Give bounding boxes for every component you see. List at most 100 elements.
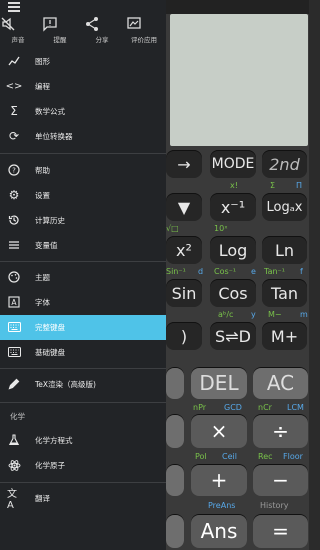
menu-item-label: 化学方程式 — [35, 436, 73, 445]
menu-item-label: 基础键盘 — [35, 348, 65, 357]
pi-label: Π — [296, 181, 303, 190]
sin-inverse-label: Sin⁻¹ — [166, 267, 186, 276]
digit-key-partial[interactable] — [166, 367, 184, 399]
sound-button[interactable]: 声音 — [0, 16, 36, 44]
divide-key[interactable]: ÷ — [253, 414, 308, 448]
close-paren-key[interactable]: ) — [166, 322, 202, 350]
root-label: √□ — [166, 224, 179, 233]
all-clear-key[interactable]: AC — [253, 367, 308, 399]
graph-icon — [7, 54, 21, 68]
factorial-label: x! — [230, 181, 238, 190]
menu-item-label: 单位转换器 — [35, 132, 73, 141]
digit-key-partial-3[interactable] — [166, 464, 184, 496]
menu-item-graph[interactable]: 图形 — [0, 49, 166, 74]
menu-item-chemical-atoms[interactable]: 化学原子 — [0, 453, 166, 478]
tan-inverse-label: Tan⁻¹ — [264, 267, 285, 276]
e-label: e — [251, 267, 256, 276]
menu-item-help[interactable]: ? 帮助 — [0, 158, 166, 183]
f-label: f — [300, 267, 303, 276]
share-label: 分享 — [95, 36, 109, 44]
square-key[interactable]: x² — [166, 236, 202, 264]
ln-key[interactable]: Ln — [262, 236, 307, 264]
rate-label: 评价应用 — [131, 36, 157, 44]
font-icon: A — [7, 295, 21, 309]
keyboard-icon — [7, 320, 21, 334]
menu-item-label: 帮助 — [35, 166, 50, 175]
menu-item-label: 设置 — [35, 191, 50, 200]
right-arrow-key[interactable]: → — [166, 150, 202, 178]
divider — [0, 402, 166, 403]
m-plus-key[interactable]: M+ — [262, 322, 307, 350]
translate-icon: 文A — [7, 489, 17, 511]
menu-item-programming[interactable]: <> 编程 — [0, 74, 166, 99]
keyboard-icon — [7, 345, 21, 359]
menu-item-translate[interactable]: 文A 翻译 — [0, 486, 166, 511]
menu-item-unit-converter[interactable]: ⟳ 单位转换器 — [0, 124, 166, 149]
minus-key[interactable]: − — [253, 464, 308, 496]
rec-label: Rec — [258, 452, 273, 461]
menu-item-label: 化学原子 — [35, 461, 65, 470]
rate-icon — [127, 17, 141, 29]
code-icon: <> — [5, 80, 23, 92]
reminder-button[interactable]: 提醒 — [42, 16, 78, 44]
reminder-label: 提醒 — [53, 36, 67, 44]
digit-key-partial-4[interactable] — [166, 514, 184, 548]
menu-item-label: 图形 — [35, 57, 50, 66]
atom-icon — [7, 458, 21, 472]
share-button[interactable]: 分享 — [84, 16, 120, 44]
history-label: History — [260, 501, 289, 510]
menu-item-chemical-equations[interactable]: 化学方程式 — [0, 428, 166, 453]
log-key[interactable]: Log — [210, 236, 256, 264]
menu-item-label: 变量值 — [35, 241, 58, 250]
npr-label: nPr — [193, 403, 207, 412]
mode-key[interactable]: MODE — [210, 150, 256, 178]
rate-app-button[interactable]: 评价应用 — [126, 16, 162, 44]
menu-item-label: 字体 — [35, 298, 50, 307]
menu-item-label: 主题 — [35, 273, 50, 282]
cos-key[interactable]: Cos — [210, 279, 256, 307]
down-key[interactable]: ▼ — [166, 193, 202, 221]
sound-label: 声音 — [11, 36, 25, 44]
navigation-drawer: 声音 提醒 分享 评价应用 图形 <> 编程 Σ 数学公式 ⟳ 单位转换器 ? … — [0, 0, 166, 550]
menu-item-full-keyboard[interactable]: 完整键盘 — [0, 315, 166, 340]
menu-item-theme[interactable]: 主题 — [0, 265, 166, 290]
multiply-key[interactable]: × — [191, 414, 247, 448]
delete-key[interactable]: DEL — [191, 367, 247, 399]
menu-item-settings[interactable]: ⚙ 设置 — [0, 183, 166, 208]
menu-item-label: TeX渲染（高级版) — [35, 380, 96, 389]
menu-icon[interactable] — [8, 2, 20, 12]
divider — [0, 153, 166, 154]
reciprocal-key[interactable]: x⁻¹ — [210, 193, 256, 221]
flask-icon — [7, 433, 21, 447]
gcd-label: GCD — [224, 403, 242, 412]
sync-icon: ⟳ — [8, 129, 20, 143]
divider — [0, 368, 166, 369]
sin-key[interactable]: Sin — [166, 279, 202, 307]
menu-item-variables[interactable]: 变量值 — [0, 233, 166, 258]
menu-item-formulas[interactable]: Σ 数学公式 — [0, 99, 166, 124]
preans-label: PreAns — [208, 501, 236, 510]
ans-key[interactable]: Ans — [191, 514, 247, 548]
ten-power-label: 10ˣ — [214, 224, 228, 233]
menu-item-history[interactable]: 计算历史 — [0, 208, 166, 233]
pol-label: Pol — [195, 452, 207, 461]
menu-item-label: 翻译 — [35, 494, 50, 503]
log-base-key[interactable]: Logₐx — [262, 193, 307, 221]
tan-key[interactable]: Tan — [262, 279, 307, 307]
fraction-label: aᵇ/c — [218, 310, 234, 319]
ceil-label: Ceil — [222, 452, 237, 461]
menu-item-basic-keyboard[interactable]: 基础键盘 — [0, 340, 166, 365]
share-icon — [86, 17, 98, 31]
digit-key-partial-2[interactable] — [166, 414, 184, 448]
s-to-d-key[interactable]: S⇌D — [210, 322, 256, 350]
menu-item-tex-render[interactable]: TeX渲染（高级版) — [0, 372, 166, 397]
plus-key[interactable]: + — [191, 464, 247, 496]
floor-label: Floor — [283, 452, 303, 461]
svg-text:A: A — [11, 298, 17, 307]
menu-item-label: 编程 — [35, 82, 50, 91]
second-key[interactable]: 2nd — [262, 150, 307, 178]
calculator-display — [170, 14, 308, 146]
menu-item-font[interactable]: A 字体 — [0, 290, 166, 315]
menu-item-label: 计算历史 — [35, 216, 65, 225]
equals-key[interactable]: = — [253, 514, 308, 548]
